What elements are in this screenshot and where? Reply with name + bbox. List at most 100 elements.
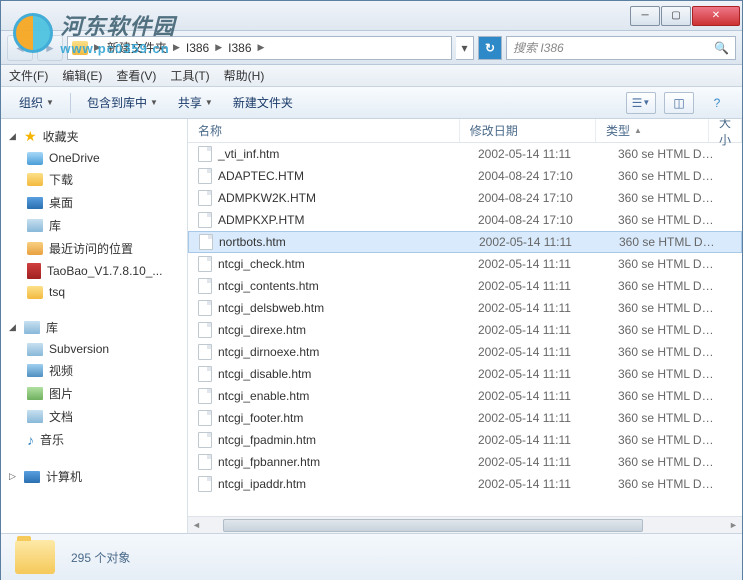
- collapse-icon[interactable]: ◢: [9, 322, 18, 333]
- file-row[interactable]: ntcgi_footer.htm 2002-05-14 11:11 360 se…: [188, 407, 742, 429]
- chevron-down-icon: ▼: [150, 98, 158, 107]
- nav-forward-button[interactable]: ►: [37, 35, 63, 61]
- file-date: 2004-08-24 17:10: [468, 213, 608, 227]
- file-row[interactable]: _vti_inf.htm 2002-05-14 11:11 360 se HTM…: [188, 143, 742, 165]
- chevron-right-icon[interactable]: ▶: [92, 42, 103, 53]
- new-folder-button[interactable]: 新建文件夹: [225, 91, 301, 114]
- sidebar-item-label: 桌面: [49, 194, 73, 211]
- file-type: 360 se HTML Do...: [608, 345, 724, 359]
- refresh-button[interactable]: ↻: [478, 36, 502, 60]
- file-name: ntcgi_disable.htm: [218, 367, 311, 381]
- sidebar-item[interactable]: ♪音乐: [1, 428, 187, 451]
- sidebar-item[interactable]: 下载: [1, 168, 187, 191]
- nav-back-button[interactable]: ◄: [7, 35, 33, 61]
- file-name: ADAPTEC.HTM: [218, 169, 304, 183]
- column-size[interactable]: 大小: [709, 119, 742, 142]
- file-name: ntcgi_ipaddr.htm: [218, 477, 306, 491]
- expand-icon[interactable]: ▷: [9, 471, 18, 482]
- search-input[interactable]: 搜索 I386 🔍: [506, 36, 736, 60]
- sidebar-item[interactable]: tsq: [1, 282, 187, 302]
- file-list[interactable]: _vti_inf.htm 2002-05-14 11:11 360 se HTM…: [188, 143, 742, 516]
- menu-help[interactable]: 帮助(H): [224, 67, 265, 84]
- horizontal-scrollbar[interactable]: ◄ ►: [188, 516, 742, 533]
- file-row[interactable]: ADMPKXP.HTM 2004-08-24 17:10 360 se HTML…: [188, 209, 742, 231]
- sidebar-item[interactable]: 图片: [1, 382, 187, 405]
- chevron-down-icon: ▼: [46, 98, 54, 107]
- file-row[interactable]: ntcgi_fpbanner.htm 2002-05-14 11:11 360 …: [188, 451, 742, 473]
- file-row[interactable]: ntcgi_dirnoexe.htm 2002-05-14 11:11 360 …: [188, 341, 742, 363]
- file-date: 2002-05-14 11:11: [468, 147, 608, 161]
- maximize-button[interactable]: ▢: [661, 6, 691, 26]
- menu-file[interactable]: 文件(F): [9, 67, 48, 84]
- file-row[interactable]: ntcgi_direxe.htm 2002-05-14 11:11 360 se…: [188, 319, 742, 341]
- column-date[interactable]: 修改日期: [460, 119, 596, 142]
- address-dropdown[interactable]: ▾: [456, 36, 474, 60]
- file-row[interactable]: ADAPTEC.HTM 2004-08-24 17:10 360 se HTML…: [188, 165, 742, 187]
- file-row[interactable]: nortbots.htm 2002-05-14 11:11 360 se HTM…: [188, 231, 742, 253]
- view-options-button[interactable]: ☰ ▼: [626, 92, 656, 114]
- sidebar-favorites-header[interactable]: ◢ ★ 收藏夹: [1, 125, 187, 148]
- file-name: ntcgi_delsbweb.htm: [218, 301, 324, 315]
- preview-pane-button[interactable]: ◫: [664, 92, 694, 114]
- sidebar-item[interactable]: TaoBao_V1.7.8.10_...: [1, 260, 187, 282]
- close-button[interactable]: ✕: [692, 6, 740, 26]
- sidebar-item-label: OneDrive: [49, 151, 100, 165]
- column-headers: 名称 修改日期 类型▲ 大小: [188, 119, 742, 143]
- explorer-body: ◢ ★ 收藏夹 OneDrive 下载桌面库最近访问的位置TaoBao_V1.7.…: [1, 119, 742, 533]
- html-file-icon: [198, 476, 212, 492]
- sidebar-item[interactable]: 文档: [1, 405, 187, 428]
- help-button[interactable]: ?: [702, 92, 732, 114]
- file-row[interactable]: ntcgi_ipaddr.htm 2002-05-14 11:11 360 se…: [188, 473, 742, 495]
- breadcrumb-item[interactable]: I386: [224, 41, 255, 55]
- chevron-right-icon[interactable]: ▶: [213, 42, 224, 53]
- html-file-icon: [198, 190, 212, 206]
- sidebar-item[interactable]: OneDrive: [1, 148, 187, 168]
- file-date: 2004-08-24 17:10: [468, 169, 608, 183]
- file-date: 2002-05-14 11:11: [469, 235, 609, 249]
- sidebar-item[interactable]: 桌面: [1, 191, 187, 214]
- folder-icon: [15, 540, 55, 574]
- file-row[interactable]: ADMPKW2K.HTM 2004-08-24 17:10 360 se HTM…: [188, 187, 742, 209]
- column-type[interactable]: 类型▲: [596, 119, 709, 142]
- menu-view[interactable]: 查看(V): [116, 67, 156, 84]
- chevron-right-icon[interactable]: ▶: [256, 42, 267, 53]
- file-type: 360 se HTML Do...: [608, 323, 724, 337]
- html-file-icon: [198, 388, 212, 404]
- sidebar-item[interactable]: Subversion: [1, 339, 187, 359]
- sidebar-item[interactable]: 库: [1, 214, 187, 237]
- sidebar-item[interactable]: 最近访问的位置: [1, 237, 187, 260]
- sidebar-libraries-header[interactable]: ◢ 库: [1, 316, 187, 339]
- minimize-button[interactable]: ─: [630, 6, 660, 26]
- file-type: 360 se HTML Do...: [608, 477, 724, 491]
- file-row[interactable]: ntcgi_enable.htm 2002-05-14 11:11 360 se…: [188, 385, 742, 407]
- html-file-icon: [198, 278, 212, 294]
- file-type: 360 se HTML Do...: [608, 433, 724, 447]
- scroll-left-icon[interactable]: ◄: [188, 518, 205, 533]
- html-file-icon: [198, 300, 212, 316]
- file-type: 360 se HTML Do...: [609, 235, 725, 249]
- menu-edit[interactable]: 编辑(E): [62, 67, 102, 84]
- chevron-right-icon[interactable]: ▶: [171, 42, 182, 53]
- file-row[interactable]: ntcgi_disable.htm 2002-05-14 11:11 360 s…: [188, 363, 742, 385]
- scrollbar-thumb[interactable]: [223, 519, 643, 532]
- search-icon[interactable]: 🔍: [714, 41, 729, 55]
- scroll-right-icon[interactable]: ►: [725, 518, 742, 533]
- file-date: 2002-05-14 11:11: [468, 301, 608, 315]
- sidebar-computer-header[interactable]: ▷ 计算机: [1, 465, 187, 488]
- sidebar-item[interactable]: 视频: [1, 359, 187, 382]
- menu-tools[interactable]: 工具(T): [170, 67, 209, 84]
- breadcrumb[interactable]: ▶ 新建文件夹 ▶ I386 ▶ I386 ▶: [67, 36, 452, 60]
- file-date: 2002-05-14 11:11: [468, 411, 608, 425]
- breadcrumb-item[interactable]: I386: [182, 41, 213, 55]
- file-row[interactable]: ntcgi_delsbweb.htm 2002-05-14 11:11 360 …: [188, 297, 742, 319]
- organize-button[interactable]: 组织▼: [11, 91, 62, 114]
- file-row[interactable]: ntcgi_contents.htm 2002-05-14 11:11 360 …: [188, 275, 742, 297]
- collapse-icon[interactable]: ◢: [9, 131, 18, 142]
- share-button[interactable]: 共享▼: [170, 91, 221, 114]
- address-bar: ◄ ► ▶ 新建文件夹 ▶ I386 ▶ I386 ▶ ▾ ↻ 搜索 I386 …: [1, 31, 742, 65]
- file-row[interactable]: ntcgi_fpadmin.htm 2002-05-14 11:11 360 s…: [188, 429, 742, 451]
- column-name[interactable]: 名称: [188, 119, 460, 142]
- file-row[interactable]: ntcgi_check.htm 2002-05-14 11:11 360 se …: [188, 253, 742, 275]
- include-library-button[interactable]: 包含到库中▼: [79, 91, 166, 114]
- breadcrumb-item[interactable]: 新建文件夹: [103, 39, 171, 56]
